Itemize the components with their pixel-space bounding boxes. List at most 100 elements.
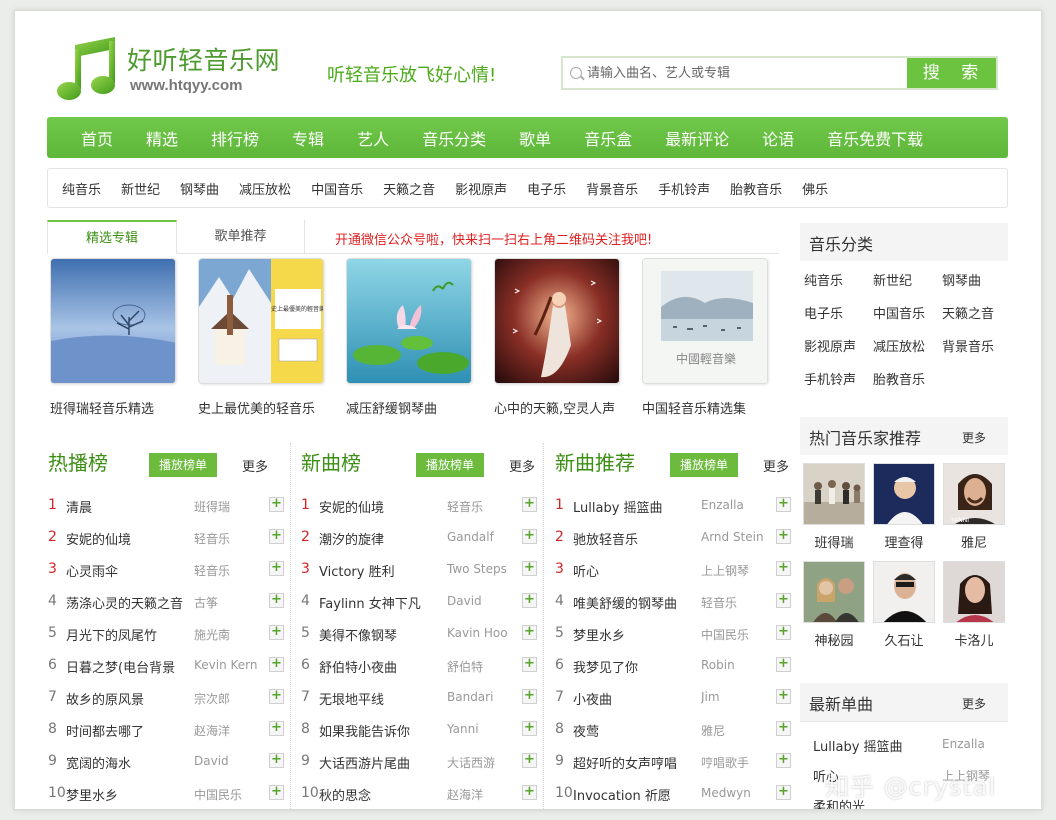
song-title[interactable]: 听心 [573,561,599,580]
song-artist[interactable]: 轻音乐 [194,562,230,579]
single-artist[interactable]: Enzalla [942,737,985,751]
add-to-playlist-icon[interactable]: + [776,657,791,672]
add-to-playlist-icon[interactable]: + [776,785,791,800]
song-artist[interactable]: 古筝 [194,594,218,611]
song-artist[interactable]: David [194,754,229,768]
add-to-playlist-icon[interactable]: + [522,593,537,608]
song-title[interactable]: 宽阔的海水 [66,753,131,772]
tab-playlist-recommend[interactable]: 歌单推荐 [177,220,305,254]
nav-item[interactable]: 论语 [762,126,794,150]
add-to-playlist-icon[interactable]: + [522,657,537,672]
add-to-playlist-icon[interactable]: + [522,785,537,800]
add-to-playlist-icon[interactable]: + [776,529,791,544]
add-to-playlist-icon[interactable]: + [269,625,284,640]
album-title[interactable]: 班得瑞轻音乐精选 [50,398,178,417]
add-to-playlist-icon[interactable]: + [776,561,791,576]
sidebar-category[interactable]: 影视原声 [804,331,873,364]
nav-item[interactable]: 专辑 [292,126,324,150]
song-artist[interactable]: Bandari [447,690,493,704]
add-to-playlist-icon[interactable]: + [776,593,791,608]
song-title[interactable]: Invocation 祈愿 [573,785,671,804]
subnav-item[interactable]: 减压放松 [239,179,291,198]
add-to-playlist-icon[interactable]: + [776,689,791,704]
song-artist[interactable]: 赵海洋 [447,786,483,803]
subnav-item[interactable]: 胎教音乐 [730,179,782,198]
song-title[interactable]: 唯美舒缓的钢琴曲 [573,593,677,612]
sidebar-category[interactable]: 新世纪 [873,265,942,298]
add-to-playlist-icon[interactable]: + [269,561,284,576]
subnav-item[interactable]: 背景音乐 [586,179,638,198]
add-to-playlist-icon[interactable]: + [269,785,284,800]
artist-card[interactable]: 卡洛儿 [943,561,1005,649]
song-title[interactable]: 驰放轻音乐 [573,529,638,548]
song-title[interactable]: 日暮之梦(电台背景 [66,657,175,676]
artist-card[interactable]: YANNI 雅尼 [943,463,1005,551]
album-card[interactable]: 减压舒缓钢琴曲 [346,258,474,417]
sidebar-category[interactable]: 电子乐 [804,298,873,331]
chart-more-link[interactable]: 更多 [763,456,789,475]
album-title[interactable]: 心中的天籁,空灵人声 [494,398,622,417]
subnav-item[interactable]: 手机铃声 [658,179,710,198]
sidebar-category[interactable]: 手机铃声 [804,364,873,397]
music-note-logo-icon[interactable] [55,35,119,105]
nav-item[interactable]: 排行榜 [211,126,259,150]
song-artist[interactable]: 轻音乐 [194,530,230,547]
song-title[interactable]: 超好听的女声哼唱 [573,753,677,772]
song-artist[interactable]: 中国民乐 [194,786,242,803]
album-card[interactable]: 班得瑞轻音乐精选 [50,258,178,417]
nav-item[interactable]: 歌单 [519,126,551,150]
artist-card[interactable]: 班得瑞 [803,463,865,551]
subnav-item[interactable]: 新世纪 [121,179,160,198]
artist-photo[interactable] [873,463,935,525]
subnav-item[interactable]: 佛乐 [802,179,828,198]
sidebar-category[interactable]: 钢琴曲 [942,265,1011,298]
song-artist[interactable]: David [447,594,482,608]
add-to-playlist-icon[interactable]: + [522,753,537,768]
song-artist[interactable]: Robin [701,658,735,672]
song-title[interactable]: 梦里水乡 [66,785,118,804]
artist-name[interactable]: 班得瑞 [803,532,865,551]
song-title[interactable]: 潮汐的旋律 [319,529,384,548]
artist-photo[interactable] [803,561,865,623]
add-to-playlist-icon[interactable]: + [269,753,284,768]
song-artist[interactable]: Arnd Stein [701,530,764,544]
song-title[interactable]: 舒伯特小夜曲 [319,657,397,676]
add-to-playlist-icon[interactable]: + [522,721,537,736]
play-chart-button[interactable]: 播放榜单 [416,453,484,477]
chart-more-link[interactable]: 更多 [509,456,535,475]
artist-name[interactable]: 神秘园 [803,630,865,649]
add-to-playlist-icon[interactable]: + [522,529,537,544]
song-artist[interactable]: 哼唱歌手 [701,754,749,771]
subnav-item[interactable]: 钢琴曲 [180,179,219,198]
add-to-playlist-icon[interactable]: + [269,689,284,704]
nav-item[interactable]: 精选 [146,126,178,150]
add-to-playlist-icon[interactable]: + [522,625,537,640]
artist-name[interactable]: 理查得 [873,532,935,551]
album-title[interactable]: 减压舒缓钢琴曲 [346,398,474,417]
add-to-playlist-icon[interactable]: + [269,721,284,736]
subnav-item[interactable]: 中国音乐 [311,179,363,198]
song-title[interactable]: 大话西游片尾曲 [319,753,410,772]
song-artist[interactable]: 上上钢琴 [701,562,749,579]
song-artist[interactable]: Medwyn [701,786,751,800]
artist-name[interactable]: 雅尼 [943,532,1005,551]
sidebar-category[interactable]: 减压放松 [873,331,942,364]
song-artist[interactable]: 舒伯特 [447,658,483,675]
wechat-notice[interactable]: 开通微信公众号啦，快来扫一扫右上角二维码关注我吧! [335,229,652,248]
artist-name[interactable]: 卡洛儿 [943,630,1005,649]
song-title[interactable]: 我梦见了你 [573,657,638,676]
sidebar-category[interactable]: 中国音乐 [873,298,942,331]
album-cover[interactable]: 史上最優美的輕音樂 [198,258,324,384]
song-title[interactable]: 清晨 [66,497,92,516]
nav-item[interactable]: 艺人 [357,126,389,150]
nav-item[interactable]: 首页 [81,126,113,150]
song-title[interactable]: 月光下的凤尾竹 [66,625,157,644]
add-to-playlist-icon[interactable]: + [776,625,791,640]
song-artist[interactable]: 轻音乐 [447,498,483,515]
song-artist[interactable]: 雅尼 [701,722,725,739]
sidebar-category[interactable]: 纯音乐 [804,265,873,298]
song-artist[interactable]: Enzalla [701,498,744,512]
song-artist[interactable]: 班得瑞 [194,498,230,515]
artists-more-link[interactable]: 更多 [962,429,986,446]
song-title[interactable]: 无垠地平线 [319,689,384,708]
